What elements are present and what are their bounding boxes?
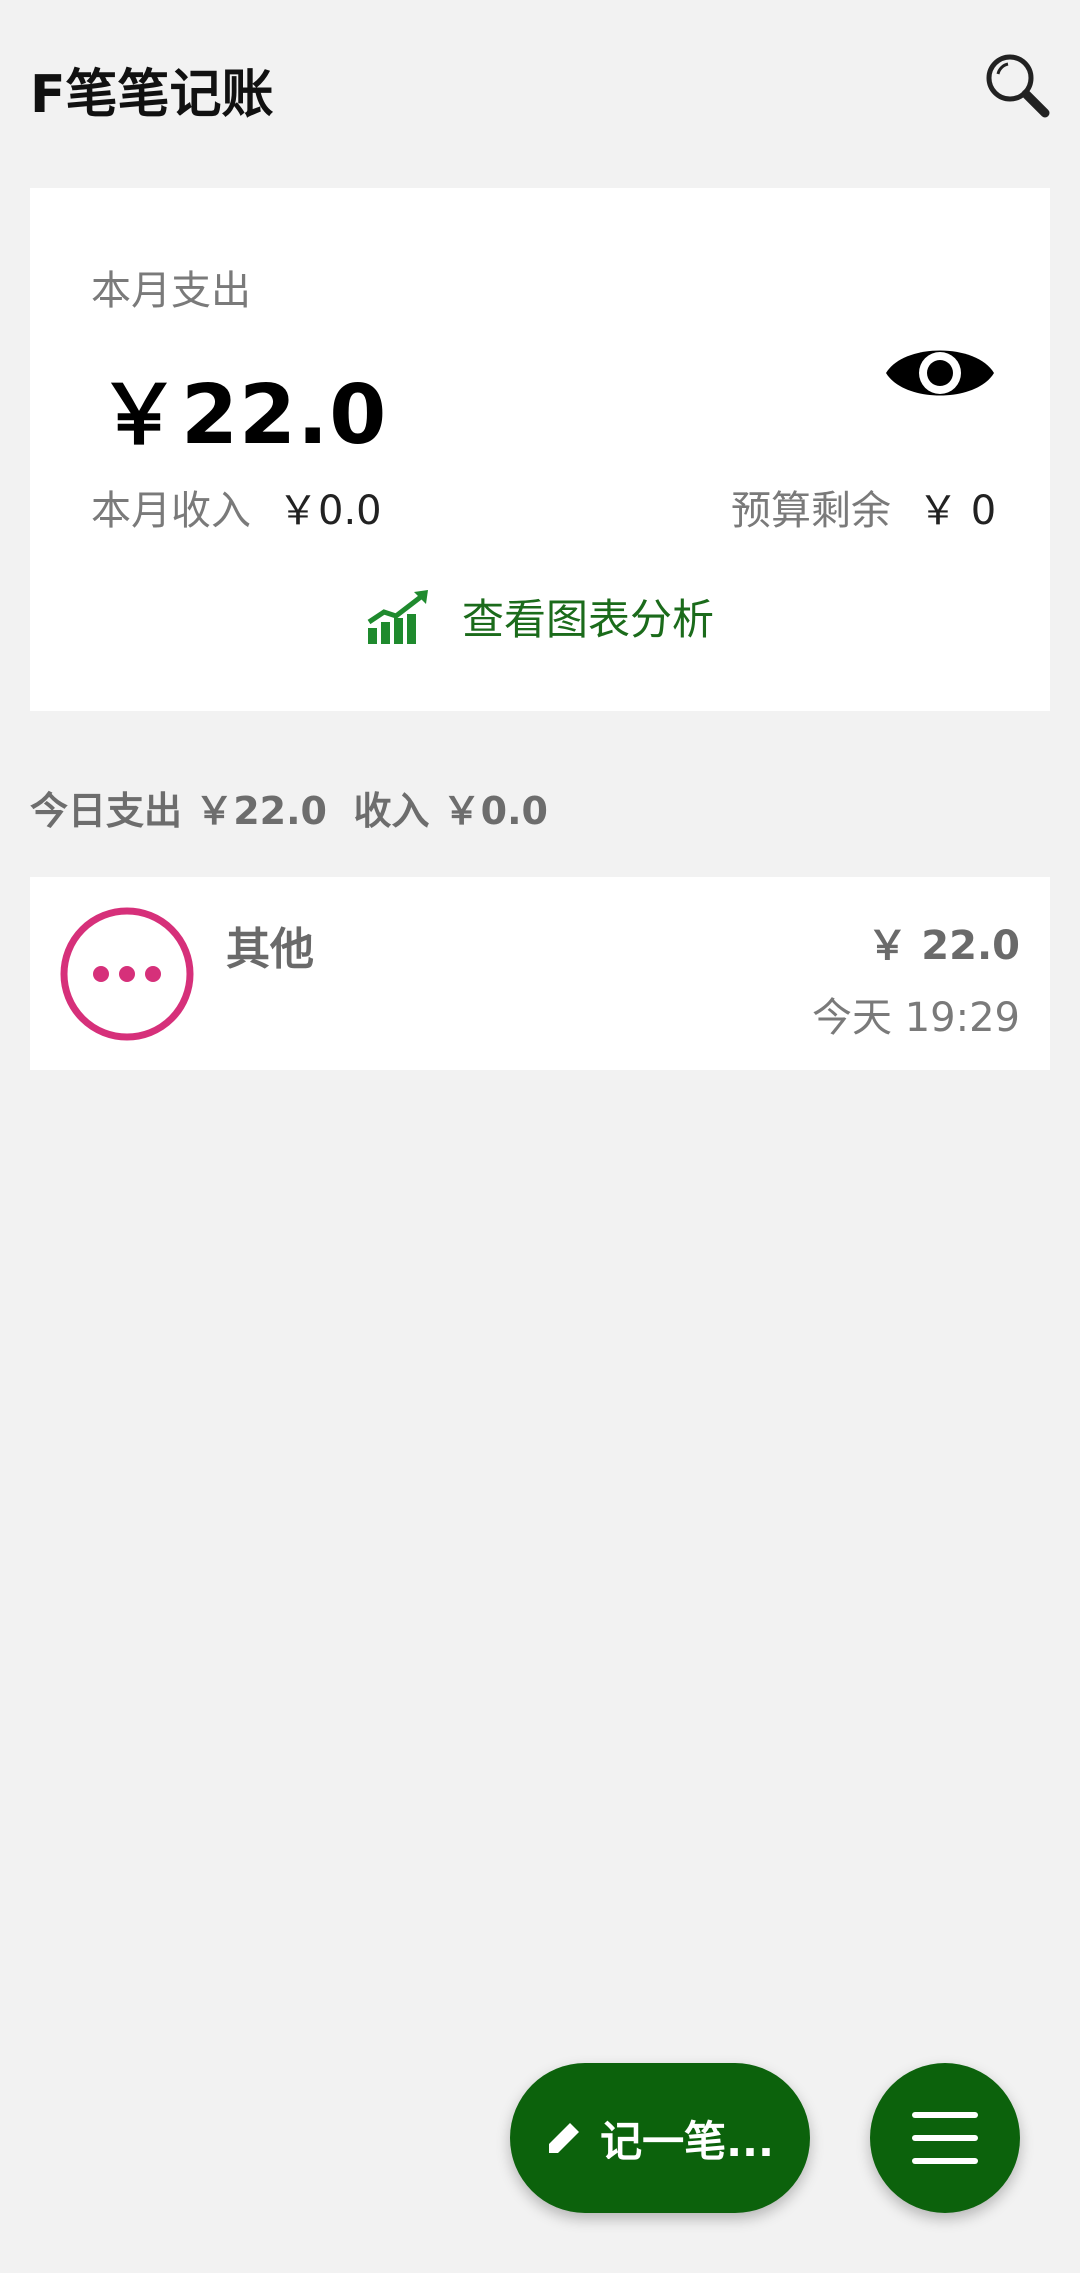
budget-remaining-label: 预算剩余 xyxy=(731,488,891,534)
record-time: 今天 19:29 xyxy=(812,995,1020,1041)
record-category: 其他 xyxy=(226,924,314,975)
month-income-label: 本月收入 xyxy=(91,488,251,534)
chart-link-label: 查看图表分析 xyxy=(462,594,715,644)
search-button[interactable] xyxy=(982,50,1052,120)
search-icon xyxy=(986,54,1050,118)
today-summary: 今日支出 ￥22.0 收入 ￥0.0 xyxy=(30,789,548,833)
pencil-icon xyxy=(549,2123,580,2153)
month-income-amount: ￥0.0 xyxy=(278,488,382,534)
budget-remaining-amount: ￥ 0 xyxy=(918,488,997,534)
view-chart-analysis-link[interactable]: 查看图表分析 xyxy=(366,586,786,646)
app-bar: F笔笔记账 xyxy=(0,0,1080,170)
toggle-visibility-button[interactable] xyxy=(880,328,1000,418)
record-amount: ￥ 22.0 xyxy=(867,923,1020,969)
add-record-button[interactable]: 记一笔... xyxy=(510,2063,810,2213)
menu-icon xyxy=(912,2112,978,2164)
eye-icon xyxy=(886,350,994,396)
month-expense-label: 本月支出 xyxy=(91,268,251,314)
add-record-label: 记一笔... xyxy=(600,2116,774,2166)
app-title: F笔笔记账 xyxy=(30,65,274,125)
menu-button[interactable] xyxy=(870,2063,1020,2213)
trending-chart-icon xyxy=(367,590,428,644)
more-dots-icon xyxy=(60,907,194,1041)
home-screen: F笔笔记账 本月支出 ￥22.0 本月收入 ￥0.0 预算剩余 ￥ 0 查看图表… xyxy=(0,0,1080,2273)
list-item[interactable]: 其他 ￥ 22.0 今天 19:29 xyxy=(30,877,1050,1070)
month-expense-amount: ￥22.0 xyxy=(98,368,388,463)
monthly-summary-card: 本月支出 ￥22.0 本月收入 ￥0.0 预算剩余 ￥ 0 查看图表分析 xyxy=(30,188,1050,711)
